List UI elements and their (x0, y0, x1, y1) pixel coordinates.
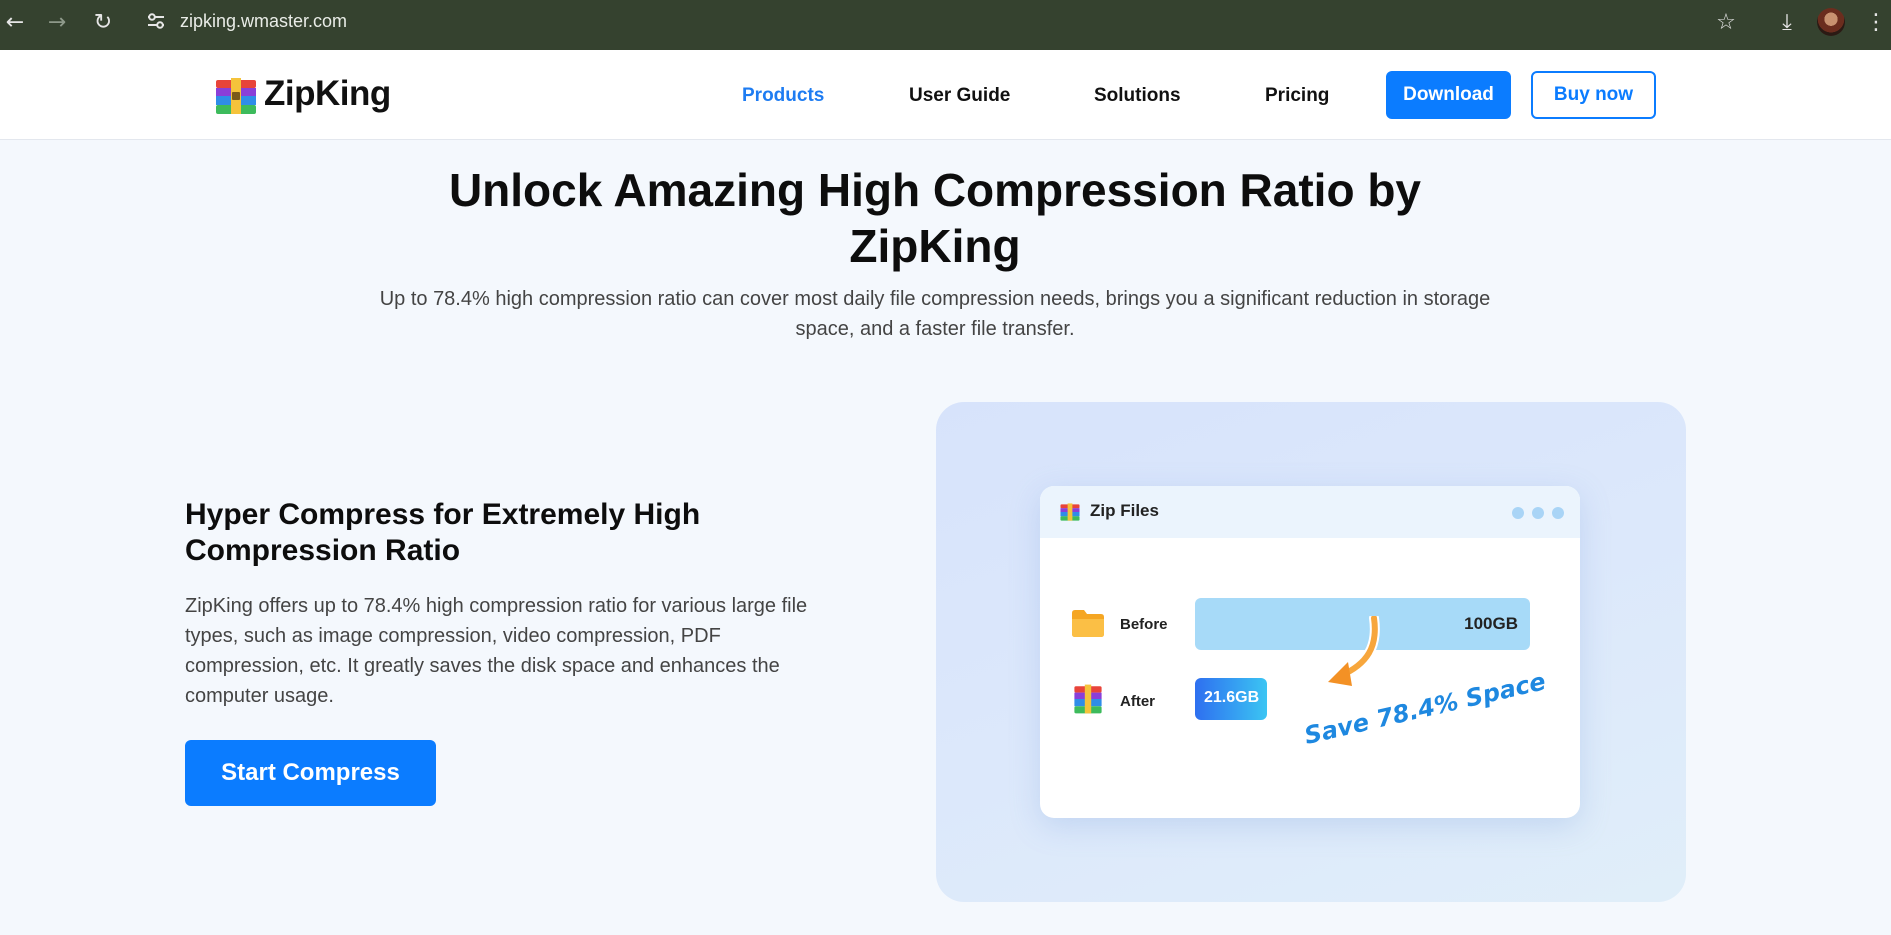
window-dot (1532, 507, 1544, 519)
compression-illustration: Zip Files Before 100GB After 21.6GB Save… (936, 402, 1686, 902)
tune-icon[interactable] (146, 11, 166, 31)
zipking-logo-icon[interactable] (215, 76, 257, 116)
feature-description: ZipKing offers up to 78.4% high compress… (185, 595, 808, 707)
browser-toolbar: ← → ↻ zipking.wmaster.com ☆ ⤓ ⋮ (0, 0, 1891, 50)
page-title: Unlock Amazing High Compression Ratio by… (448, 164, 1422, 272)
site-header: ZipKing Products User Guide Solutions Pr… (0, 50, 1891, 140)
forward-icon[interactable]: → (42, 8, 72, 38)
nav-pricing[interactable]: Pricing (1265, 85, 1329, 107)
window-dot (1512, 507, 1524, 519)
kebab-menu-icon[interactable]: ⋮ (1861, 8, 1891, 38)
start-compress-button[interactable]: Start Compress (185, 740, 436, 806)
window-title: Zip Files (1090, 501, 1159, 520)
curved-arrow-icon (1328, 616, 1380, 686)
before-label: Before (1120, 616, 1168, 633)
window-dot (1552, 507, 1564, 519)
folder-icon (1072, 610, 1104, 637)
reload-icon[interactable]: ↻ (88, 8, 118, 38)
back-icon[interactable]: ← (0, 8, 30, 38)
avatar[interactable] (1817, 8, 1845, 36)
buy-now-button[interactable]: Buy now (1531, 71, 1656, 119)
after-label: After (1120, 693, 1156, 710)
star-icon[interactable]: ☆ (1711, 8, 1741, 38)
window-titlebar: Zip Files (1040, 486, 1580, 538)
nav-products[interactable]: Products (742, 85, 824, 107)
before-size-value: 100GB (1464, 614, 1518, 633)
archive-icon (1074, 684, 1102, 714)
page-subtitle: Up to 78.4% high compression ratio can c… (379, 288, 1491, 340)
brand-name[interactable]: ZipKing (264, 74, 391, 114)
after-size-bar: 21.6GB (1195, 678, 1267, 720)
feature-title: Hyper Compress for Extremely High Compre… (185, 498, 701, 567)
nav-user-guide[interactable]: User Guide (909, 85, 1010, 107)
after-size-value: 21.6GB (1204, 689, 1260, 706)
archive-icon (1060, 503, 1080, 521)
download-icon[interactable]: ⤓ (1772, 8, 1802, 38)
download-button[interactable]: Download (1386, 71, 1511, 119)
nav-solutions[interactable]: Solutions (1094, 85, 1181, 107)
address-bar[interactable]: zipking.wmaster.com (180, 11, 347, 32)
zip-files-window: Zip Files Before 100GB After 21.6GB Save… (1040, 486, 1580, 818)
